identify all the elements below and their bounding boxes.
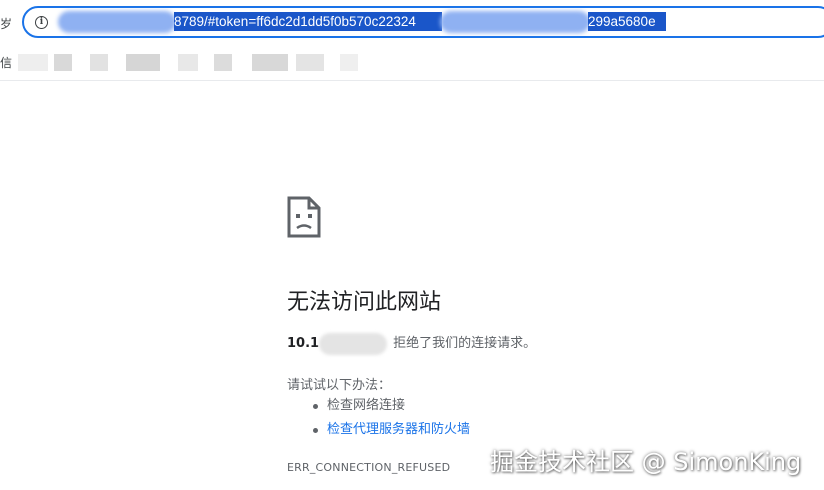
error-message: 10.1 拒绝了我们的连接请求。 — [287, 332, 536, 355]
host-redacted — [319, 332, 388, 355]
suggestion-check-proxy-link[interactable]: 检查代理服务器和防火墙 — [309, 418, 470, 442]
bookmark-item[interactable] — [90, 54, 108, 71]
suggestions-list: 检查网络连接 检查代理服务器和防火墙 — [309, 394, 470, 442]
bookmark-item[interactable] — [252, 54, 288, 71]
address-bar[interactable]: i 8789/#token=ff6dc2d1dd5f0b570c22324 29… — [22, 6, 824, 38]
bookmark-item[interactable] — [214, 54, 232, 71]
watermark: 掘金技术社区 @ SimonKing — [490, 448, 802, 476]
bookmark-item[interactable] — [178, 54, 198, 71]
refused-message: 拒绝了我们的连接请求。 — [393, 336, 537, 351]
toolbar-edge-char: 岁 — [0, 17, 13, 31]
error-title: 无法访问此网站 — [287, 290, 442, 315]
toolbar-divider — [0, 80, 824, 81]
bookmark-item[interactable] — [296, 54, 324, 71]
bookmark-item[interactable] — [18, 54, 48, 71]
bookmark-item[interactable] — [54, 54, 72, 71]
url-text[interactable]: 8789/#token=ff6dc2d1dd5f0b570c22324 — [174, 12, 442, 31]
url-redacted-segment — [58, 11, 176, 33]
url-redacted-segment — [440, 11, 590, 33]
suggestions-label: 请试试以下办法： — [287, 378, 392, 393]
suggestion-check-network: 检查网络连接 — [309, 394, 470, 418]
info-icon[interactable]: i — [35, 16, 48, 29]
bookmark-item[interactable] — [126, 54, 160, 71]
url-text-end[interactable]: 299a5680e — [588, 12, 666, 31]
bookmark-item[interactable] — [340, 54, 358, 71]
sad-page-icon — [287, 196, 321, 238]
bookmarks-bar — [0, 52, 824, 74]
host-name: 10.1 — [287, 336, 320, 351]
error-code: ERR_CONNECTION_REFUSED — [287, 461, 451, 474]
